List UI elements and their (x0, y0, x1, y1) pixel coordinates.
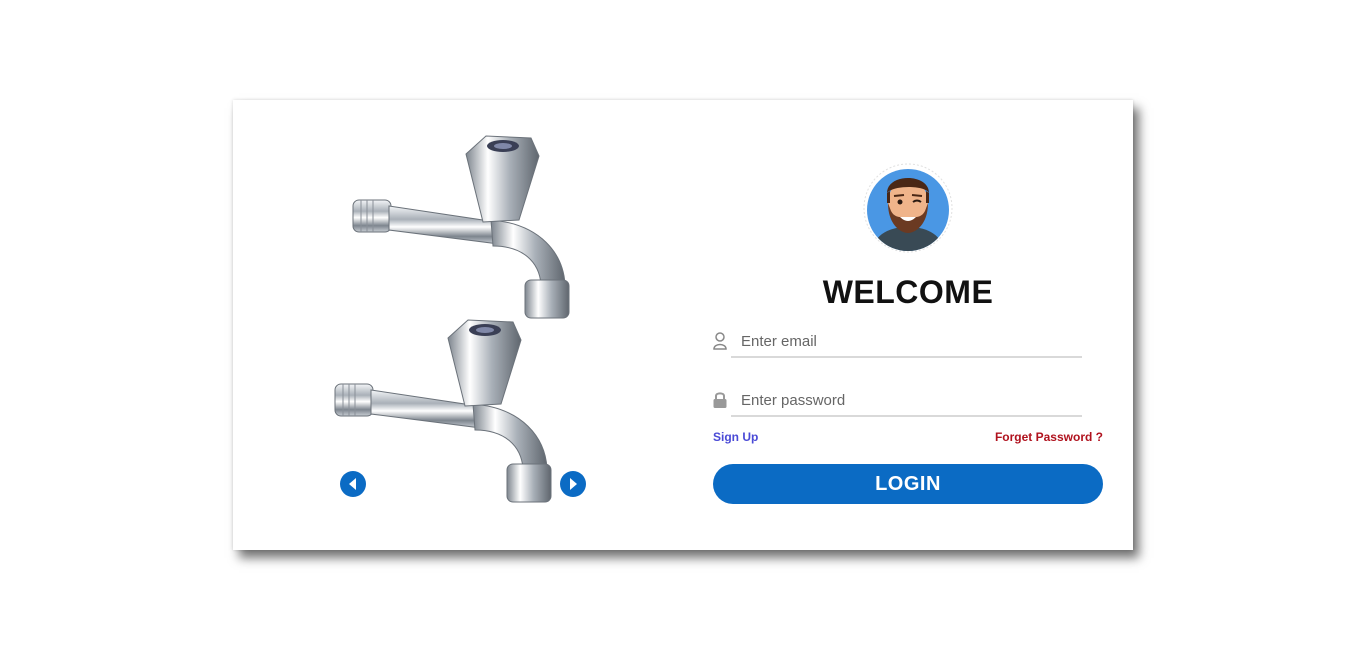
welcome-title: WELCOME (822, 274, 994, 310)
carousel-prev-button[interactable] (340, 471, 366, 497)
password-input[interactable] (731, 385, 1082, 417)
password-field-group (713, 385, 1083, 417)
carousel-next-button[interactable] (560, 471, 586, 497)
email-input[interactable] (731, 326, 1082, 358)
sign-up-link[interactable]: Sign Up (713, 430, 758, 444)
login-button[interactable]: LOGIN (713, 464, 1103, 504)
login-form: WELCOME Sign Up Forget Password ? LOGIN (713, 100, 1103, 550)
lock-icon (713, 392, 727, 408)
caret-left-icon (349, 478, 356, 490)
faucet-image (352, 135, 570, 319)
email-field-group (713, 326, 1083, 358)
user-icon (713, 332, 727, 350)
login-card: WELCOME Sign Up Forget Password ? LOGIN (233, 100, 1133, 550)
faucet-image (334, 319, 552, 503)
product-carousel (333, 130, 593, 510)
forget-password-link[interactable]: Forget Password ? (995, 430, 1103, 444)
avatar-bearded-man-icon (863, 163, 953, 253)
caret-right-icon (570, 478, 577, 490)
